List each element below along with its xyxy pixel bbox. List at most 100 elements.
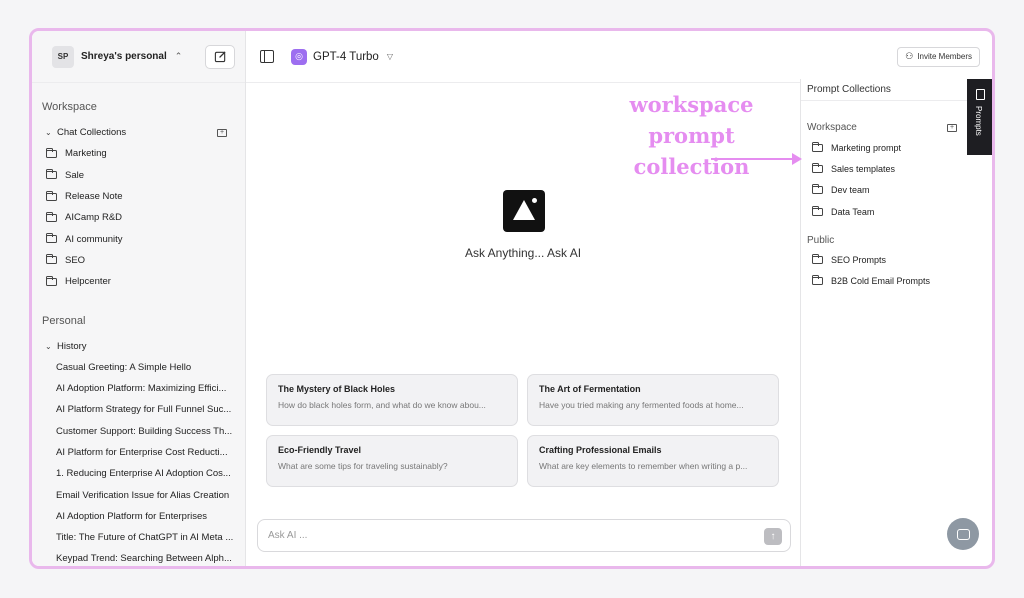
folder-icon xyxy=(45,275,57,286)
prompt-folder[interactable]: Sales templates xyxy=(801,158,967,179)
annotation-text: workspace prompt collection xyxy=(585,89,798,182)
workspace-section-label: Workspace xyxy=(807,122,857,133)
sidebar-folder[interactable]: SEO xyxy=(32,250,245,271)
folder-icon xyxy=(45,211,57,222)
public-prompt-folder[interactable]: B2B Cold Email Prompts xyxy=(801,270,967,291)
history-item[interactable]: AI Adoption Platform for Enterprises xyxy=(32,506,245,527)
prompt-folder-label: Marketing prompt xyxy=(831,142,902,153)
model-name[interactable]: GPT-4 Turbo xyxy=(313,51,379,63)
workspace-section: Workspace + xyxy=(801,118,967,137)
folder-icon xyxy=(811,253,823,264)
account-name[interactable]: Shreya's personal xyxy=(81,51,167,62)
sidebar-folder[interactable]: Marketing xyxy=(32,143,245,164)
folder-icon xyxy=(811,162,823,173)
sidebar-folder[interactable]: AI community xyxy=(32,228,245,249)
card-title: Eco-Friendly Travel xyxy=(278,445,362,455)
folder-icon xyxy=(45,190,57,201)
ask-input[interactable]: Ask AI ... ↑ xyxy=(257,519,791,552)
prompt-folder-label: Sales templates xyxy=(831,163,896,174)
sidebar-folder-label: Marketing xyxy=(65,148,107,160)
public-section-label: Public xyxy=(807,234,835,246)
sidebar-toggle-icon[interactable] xyxy=(260,50,274,63)
card-desc: What are some tips for traveling sustain… xyxy=(278,461,448,471)
history-toggle[interactable]: ⌄ History xyxy=(32,335,245,356)
workspace-heading: Workspace xyxy=(42,101,97,113)
folder-icon xyxy=(811,141,823,152)
card-desc: How do black holes form, and what do we … xyxy=(278,400,486,410)
folder-icon xyxy=(811,205,823,216)
model-icon: ◎ xyxy=(291,48,307,65)
prompt-folder[interactable]: Marketing prompt xyxy=(801,137,967,158)
invite-label: Invite Members xyxy=(917,52,972,61)
history-item[interactable]: Email Verification Issue for Alias Creat… xyxy=(32,484,245,505)
card-title: The Art of Fermentation xyxy=(539,384,641,394)
chevron-down-icon[interactable]: ▽ xyxy=(387,52,393,61)
sidebar-folder-label: Release Note xyxy=(65,191,123,203)
prompt-folder-label: Dev team xyxy=(831,185,870,196)
panel-title: Prompt Collections xyxy=(801,79,967,101)
sidebar-folder-label: SEO xyxy=(65,254,86,266)
sidebar-folder-label: Helpcenter xyxy=(65,276,111,288)
add-folder-icon[interactable]: + xyxy=(217,128,227,137)
annotation-arrow xyxy=(711,158,796,160)
chat-icon xyxy=(956,528,970,540)
annotation-line-1: workspace prompt xyxy=(629,92,754,148)
card-desc: What are key elements to remember when w… xyxy=(539,461,748,471)
top-bar: ◎ GPT-4 Turbo ▽ ⚇ Invite Members xyxy=(246,31,992,83)
new-chat-button[interactable] xyxy=(205,44,235,69)
avatar[interactable]: SP xyxy=(52,45,74,68)
prompts-tab-label: Prompts xyxy=(974,106,983,136)
add-folder-icon[interactable]: + xyxy=(947,123,957,132)
app-logo-icon xyxy=(503,190,545,232)
history-item[interactable]: AI Platform Strategy for Full Funnel Suc… xyxy=(32,399,245,420)
sidebar-folder-label: Sale xyxy=(65,169,85,181)
document-icon xyxy=(976,89,985,100)
history-item[interactable]: Title: The Future of ChatGPT in AI Meta … xyxy=(32,527,245,548)
sidebar-folder[interactable]: Release Note xyxy=(32,186,245,207)
chevron-updown-icon[interactable]: ⌃ xyxy=(175,51,183,62)
folder-icon xyxy=(45,233,57,244)
invite-members-button[interactable]: ⚇ Invite Members xyxy=(897,46,980,67)
card-title: The Mystery of Black Holes xyxy=(278,384,396,394)
history-item[interactable]: Keypad Trend: Searching Between Alph... xyxy=(32,548,245,566)
edit-icon xyxy=(214,51,226,63)
sidebar-folder-label: AI community xyxy=(65,233,123,245)
suggestion-card[interactable]: The Art of Fermentation Have you tried m… xyxy=(527,374,779,426)
prompt-collections-panel: Prompt Collections Workspace + Marketing… xyxy=(800,79,967,566)
personal-heading: Personal xyxy=(42,315,86,328)
folder-icon xyxy=(45,254,57,265)
suggestion-card[interactable]: Crafting Professional Emails What are ke… xyxy=(527,435,779,487)
history-item[interactable]: 1. Reducing Enterprise AI Adoption Cos..… xyxy=(32,463,245,484)
folder-icon xyxy=(45,169,57,180)
account-bar: SP Shreya's personal ⌃ xyxy=(32,31,245,83)
sidebar-folder-label: AICamp R&D xyxy=(65,212,123,224)
history-item[interactable]: Customer Support: Building Success Th... xyxy=(32,421,245,442)
sidebar-folder[interactable]: AICamp R&D xyxy=(32,207,245,228)
prompt-folder[interactable]: Dev team xyxy=(801,180,967,201)
sidebar-folder[interactable]: Helpcenter xyxy=(32,271,245,292)
history-item[interactable]: AI Platform for Enterprise Cost Reducti.… xyxy=(32,442,245,463)
sidebar-folder[interactable]: Sale xyxy=(32,165,245,186)
history-item[interactable]: AI Adoption Platform: Maximizing Effici.… xyxy=(32,378,245,399)
public-prompt-folder-label: B2B Cold Email Prompts xyxy=(831,276,931,287)
public-prompt-folder[interactable]: SEO Prompts xyxy=(801,249,967,270)
arrow-up-icon: ↑ xyxy=(770,531,776,542)
prompt-folder-label: Data Team xyxy=(831,206,875,217)
send-button[interactable]: ↑ xyxy=(764,528,782,545)
sidebar: SP Shreya's personal ⌃ Workspace ⌄ Chat … xyxy=(32,31,246,566)
history-item[interactable]: Casual Greeting: A Simple Hello xyxy=(32,357,245,378)
folder-icon xyxy=(811,184,823,195)
folder-icon xyxy=(811,275,823,286)
ask-input-placeholder: Ask AI ... xyxy=(268,530,308,541)
support-chat-button[interactable] xyxy=(947,518,979,550)
chevron-down-icon: ⌄ xyxy=(45,341,52,351)
user-plus-icon: ⚇ xyxy=(905,51,914,61)
chevron-down-icon: ⌄ xyxy=(45,128,52,138)
prompt-folder[interactable]: Data Team xyxy=(801,201,967,222)
prompts-tab[interactable]: Prompts xyxy=(967,79,992,155)
chat-collections-toggle[interactable]: ⌄ Chat Collections + xyxy=(32,122,245,143)
suggestion-card[interactable]: Eco-Friendly Travel What are some tips f… xyxy=(266,435,518,487)
chat-collections-label: Chat Collections xyxy=(57,127,127,139)
annotation-arrow-head xyxy=(792,153,802,165)
suggestion-card[interactable]: The Mystery of Black Holes How do black … xyxy=(266,374,518,426)
